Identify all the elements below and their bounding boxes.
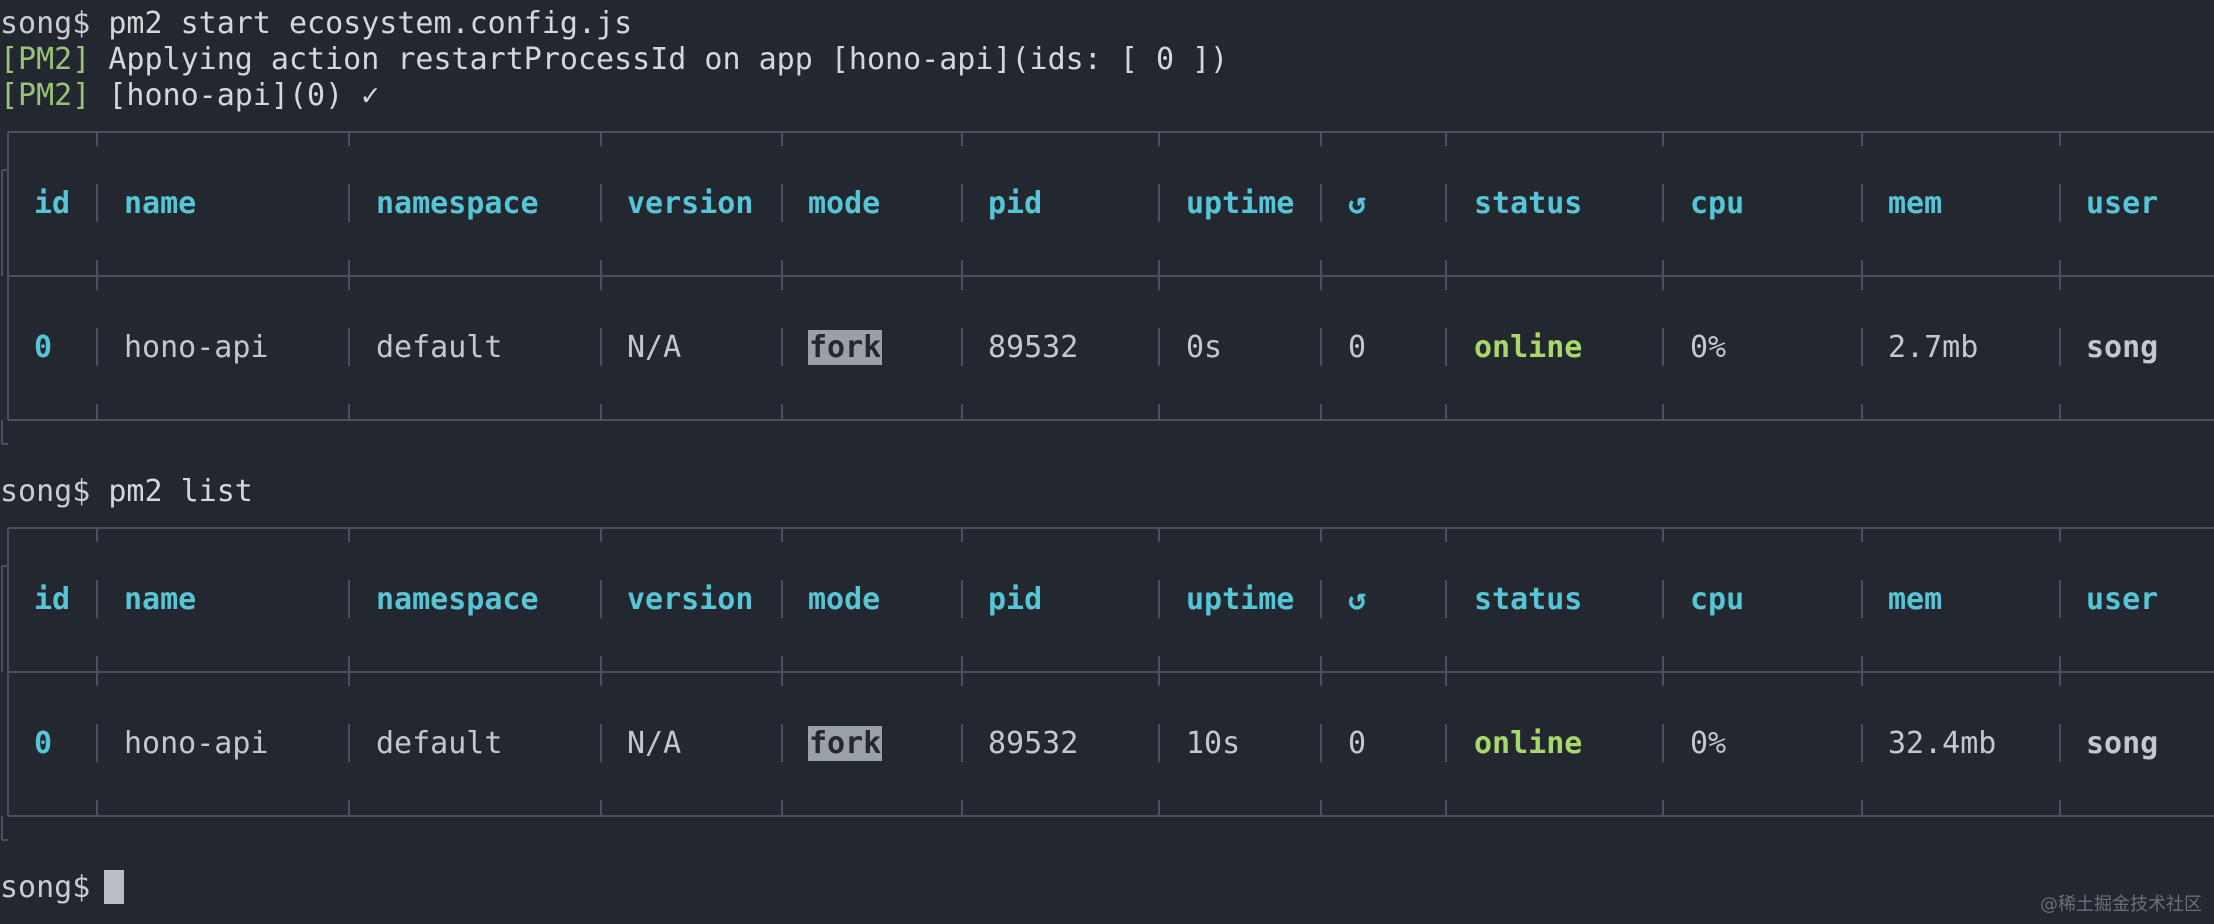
- col-pid-value: 89532: [988, 726, 1079, 761]
- col-version-value: N/A: [627, 726, 682, 761]
- col-cpu-header: cpu: [1690, 186, 1745, 221]
- col-user-header: user: [2086, 582, 2159, 617]
- col-mem-header: mem: [1888, 582, 1943, 617]
- col-mem-value: 2.7mb: [1888, 330, 1979, 365]
- col-user-header: user: [2086, 186, 2159, 221]
- col-namespace-value: default: [376, 726, 503, 761]
- col-id-header: id: [34, 186, 71, 221]
- col-user-value: song: [2086, 330, 2159, 365]
- command-line-1: song$ pm2 start ecosystem.config.js: [0, 6, 632, 42]
- col-cpu-header: cpu: [1690, 582, 1745, 617]
- col-uptime-header: uptime: [1186, 186, 1295, 221]
- col-status-header: status: [1474, 582, 1583, 617]
- col-id-header: id: [34, 582, 71, 617]
- log-text: [hono-api](0) ✓: [90, 78, 380, 113]
- col-uptime-value: 0s: [1186, 330, 1223, 365]
- col-mode-value: fork: [808, 726, 883, 762]
- watermark: @稀土掘金技术社区: [2040, 894, 2202, 915]
- col-name-value: hono-api: [124, 330, 269, 365]
- log-text: Applying action restartProcessId on app …: [90, 42, 1229, 77]
- col-status-value: online: [1474, 330, 1583, 365]
- pm2-tag: [PM2]: [0, 78, 91, 113]
- col-version-header: version: [627, 186, 754, 221]
- col-uptime-header: uptime: [1186, 582, 1295, 617]
- process-table-2: id name namespace version mode pid uptime ↺ stat…: [0, 526, 2214, 856]
- table-borders: [1, 527, 2214, 841]
- shell-prompt: song$: [0, 6, 109, 41]
- table-borders: [1, 131, 2214, 445]
- col-restarts-value: 0: [1348, 726, 1367, 761]
- col-pid-value: 89532: [988, 330, 1079, 365]
- command-line-2: song$ pm2 list: [0, 474, 253, 510]
- col-namespace-header: namespace: [376, 186, 539, 221]
- log-line-2: [PM2] [hono-api](0) ✓: [0, 78, 379, 114]
- command-text: pm2 start ecosystem.config.js: [108, 6, 633, 41]
- col-restarts-header: ↺: [1348, 582, 1367, 617]
- pm2-tag: [PM2]: [0, 42, 91, 77]
- col-mode-value: fork: [808, 330, 883, 366]
- col-user-value: song: [2086, 726, 2159, 761]
- col-cpu-value: 0%: [1690, 330, 1727, 365]
- log-line-1: [PM2] Applying action restartProcessId o…: [0, 42, 1228, 78]
- col-name-header: name: [124, 582, 197, 617]
- col-status-value: online: [1474, 726, 1583, 761]
- col-version-header: version: [627, 582, 754, 617]
- col-mode-header: mode: [808, 582, 881, 617]
- col-name-header: name: [124, 186, 197, 221]
- col-mem-header: mem: [1888, 186, 1943, 221]
- col-pid-header: pid: [988, 582, 1043, 617]
- command-line-3: song$: [0, 870, 108, 906]
- col-restarts-value: 0: [1348, 330, 1367, 365]
- shell-prompt: song$: [0, 474, 109, 509]
- shell-prompt: song$: [0, 870, 109, 905]
- col-namespace-value: default: [376, 330, 503, 365]
- mode-badge: fork: [808, 726, 883, 761]
- terminal-cursor[interactable]: [104, 870, 124, 904]
- col-id-value: 0: [34, 726, 53, 761]
- command-text: pm2 list: [108, 474, 253, 509]
- col-name-value: hono-api: [124, 726, 269, 761]
- col-mode-header: mode: [808, 186, 881, 221]
- mode-badge: fork: [808, 330, 883, 365]
- col-restarts-header: ↺: [1348, 186, 1367, 221]
- col-mem-value: 32.4mb: [1888, 726, 1997, 761]
- col-pid-header: pid: [988, 186, 1043, 221]
- col-id-value: 0: [34, 330, 53, 365]
- col-version-value: N/A: [627, 330, 682, 365]
- col-uptime-value: 10s: [1186, 726, 1241, 761]
- col-namespace-header: namespace: [376, 582, 539, 617]
- process-table-1: id name namespace version mode pid uptime ↺ stat…: [0, 130, 2214, 460]
- col-cpu-value: 0%: [1690, 726, 1727, 761]
- col-status-header: status: [1474, 186, 1583, 221]
